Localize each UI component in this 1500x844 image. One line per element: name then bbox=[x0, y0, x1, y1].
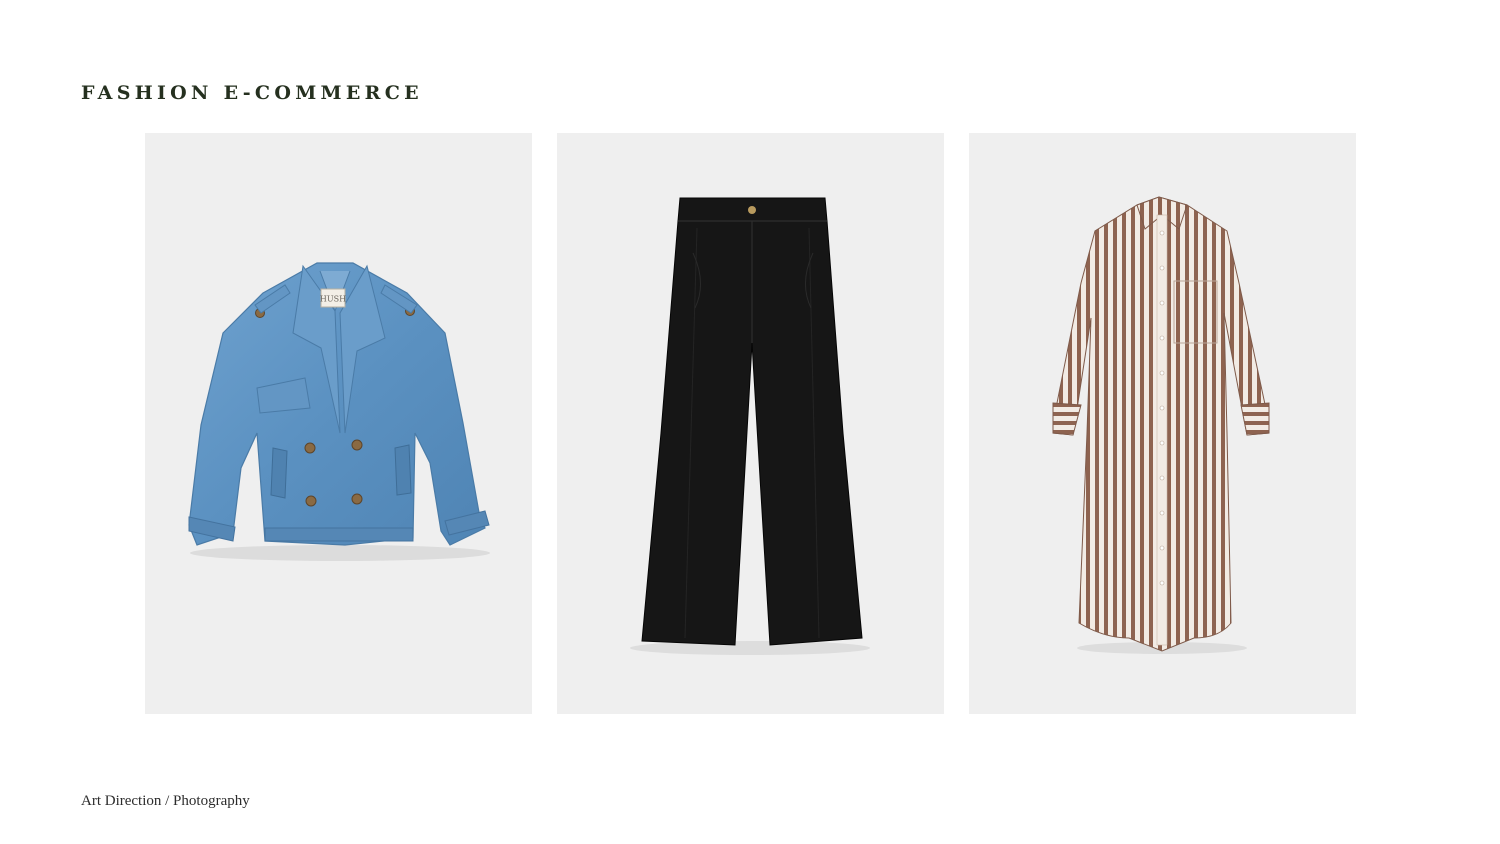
product-image-striped-shirt-dress[interactable] bbox=[969, 133, 1356, 714]
product-image-black-trousers[interactable] bbox=[557, 133, 944, 714]
jacket-brand-label: HUSH bbox=[320, 295, 346, 304]
product-image-denim-jacket[interactable]: HUSH bbox=[145, 133, 532, 714]
footer-caption: Art Direction / Photography bbox=[81, 793, 250, 809]
striped-dress-illustration bbox=[1052, 196, 1270, 654]
page-title: FASHION E-COMMERCE bbox=[81, 82, 423, 104]
trousers-button bbox=[748, 206, 756, 214]
denim-jacket-illustration: HUSH bbox=[188, 262, 490, 561]
black-trousers-illustration bbox=[630, 197, 870, 655]
